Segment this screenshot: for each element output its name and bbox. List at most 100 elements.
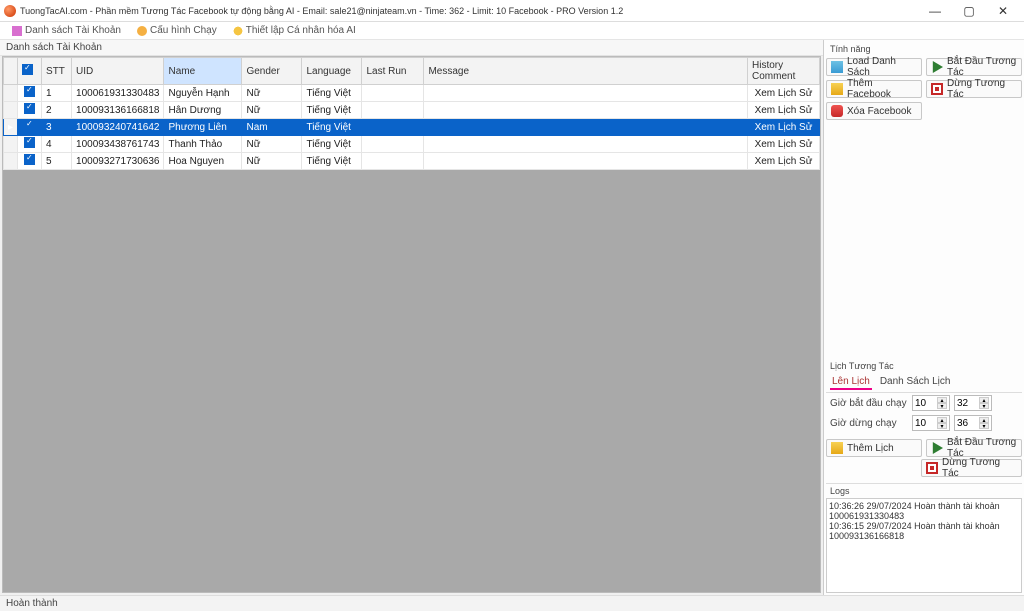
spinner-icon[interactable]: ▴▾	[937, 397, 947, 409]
start-hour-input[interactable]: 10▴▾	[912, 395, 950, 411]
window-title: TuongTacAI.com - Phần mềm Tương Tác Face…	[20, 6, 918, 16]
stop-interact-button[interactable]: Dừng Tương Tác	[926, 80, 1022, 98]
list-icon	[12, 26, 22, 36]
table-row[interactable]: 1100061931330483Nguyễn HạnhNữTiếng ViệtX…	[4, 85, 820, 102]
spinner-icon[interactable]: ▴▾	[979, 417, 989, 429]
select-all-checkbox[interactable]	[22, 64, 33, 75]
main-tabs: Danh sách Tài Khoản Cấu hình Chạy Thiết …	[0, 22, 1024, 40]
load-list-button[interactable]: Load Danh Sách	[826, 58, 922, 76]
cell: Nguyễn Hạnh	[164, 85, 242, 102]
cell	[4, 153, 18, 170]
cell	[4, 136, 18, 153]
cell	[424, 153, 748, 170]
delete-facebook-button[interactable]: Xóa Facebook	[826, 102, 922, 120]
tab-config[interactable]: Cấu hình Chạy	[129, 22, 225, 40]
stop-min-input[interactable]: 36▴▾	[954, 415, 992, 431]
table-row[interactable]: 2100093136166818Hân DươngNữTiếng ViệtXem…	[4, 102, 820, 119]
close-button[interactable]: ✕	[986, 1, 1020, 21]
cell	[4, 102, 18, 119]
minimize-button[interactable]: —	[918, 1, 952, 21]
tab-label: Danh sách Tài Khoản	[25, 25, 121, 36]
maximize-button[interactable]: ▢	[952, 1, 986, 21]
row-checkbox[interactable]	[24, 86, 35, 97]
logs-textarea[interactable]: 10:36:26 29/07/2024 Hoàn thành tài khoản…	[826, 498, 1022, 593]
accounts-grid[interactable]: STTUIDNameGenderLanguageLast RunMessageH…	[3, 57, 820, 170]
start-min-input[interactable]: 32 ▴▾	[954, 395, 992, 411]
column-header[interactable]	[4, 58, 18, 85]
schedule-tab-list[interactable]: Danh Sách Lịch	[878, 375, 953, 390]
schedule-stop-button[interactable]: Dừng Tương Tác	[921, 459, 1022, 477]
cell	[18, 153, 42, 170]
column-header[interactable]: History Comment	[748, 58, 820, 85]
column-header[interactable]	[18, 58, 42, 85]
column-header[interactable]: Message	[424, 58, 748, 85]
plus-icon	[831, 83, 843, 95]
cell	[424, 136, 748, 153]
btn-label: Dừng Tương Tác	[942, 457, 1017, 479]
cell	[362, 85, 424, 102]
cell: ▸	[4, 119, 18, 136]
history-link[interactable]: Xem Lịch Sử	[748, 136, 820, 153]
features-title: Tính năng	[826, 42, 1022, 56]
spinner-icon[interactable]: ▴▾	[937, 417, 947, 429]
column-header[interactable]: STT	[42, 58, 72, 85]
cell: 5	[42, 153, 72, 170]
stop-icon	[931, 83, 943, 95]
row-checkbox[interactable]	[24, 103, 35, 114]
column-header[interactable]: Gender	[242, 58, 302, 85]
status-bar: Hoàn thành	[0, 595, 1024, 611]
history-link[interactable]: Xem Lịch Sử	[748, 119, 820, 136]
cell	[424, 119, 748, 136]
cell	[362, 119, 424, 136]
column-header[interactable]: Last Run	[362, 58, 424, 85]
cell: 1	[42, 85, 72, 102]
accounts-grid-wrap: STTUIDNameGenderLanguageLast RunMessageH…	[2, 56, 821, 593]
schedule-tab-create[interactable]: Lên Lịch	[830, 375, 872, 390]
cell: 100093240741642	[72, 119, 164, 136]
column-header[interactable]: Name	[164, 58, 242, 85]
add-schedule-button[interactable]: Thêm Lịch	[826, 439, 922, 457]
table-row[interactable]: 4100093438761743Thanh ThảoNữTiếng ViệtXe…	[4, 136, 820, 153]
cell: 4	[42, 136, 72, 153]
cell: 100093271730636	[72, 153, 164, 170]
tab-label: Thiết lập Cá nhân hóa AI	[246, 25, 356, 36]
cell	[424, 85, 748, 102]
table-row[interactable]: ▸3100093240741642Phương LiênNamTiếng Việ…	[4, 119, 820, 136]
tab-accounts[interactable]: Danh sách Tài Khoản	[4, 22, 129, 40]
schedule-start-button[interactable]: Bắt Đầu Tương Tác	[926, 439, 1022, 457]
column-header[interactable]: Language	[302, 58, 362, 85]
column-header[interactable]: UID	[72, 58, 164, 85]
history-link[interactable]: Xem Lịch Sử	[748, 85, 820, 102]
cell: Tiếng Việt	[302, 153, 362, 170]
value: 10	[915, 418, 926, 429]
schedule-title: Lịch Tương Tác	[826, 359, 1022, 373]
table-row[interactable]: 5100093271730636Hoa NguyenNữTiếng ViệtXe…	[4, 153, 820, 170]
history-link[interactable]: Xem Lịch Sử	[748, 153, 820, 170]
btn-label: Bắt Đầu Tương Tác	[947, 56, 1017, 78]
cell	[18, 119, 42, 136]
btn-label: Bắt Đầu Tương Tác	[947, 437, 1017, 459]
cell	[424, 102, 748, 119]
cell	[18, 136, 42, 153]
row-checkbox[interactable]	[24, 137, 35, 148]
add-facebook-button[interactable]: Thêm Facebook	[826, 80, 922, 98]
accounts-panel-title: Danh sách Tài Khoản	[0, 40, 823, 56]
start-time-label: Giờ bắt đầu chạy	[830, 398, 908, 409]
row-checkbox[interactable]	[24, 120, 35, 131]
value: 32	[957, 398, 968, 409]
tab-ai[interactable]: Thiết lập Cá nhân hóa AI	[225, 22, 364, 40]
cell: 100093438761743	[72, 136, 164, 153]
history-link[interactable]: Xem Lịch Sử	[748, 102, 820, 119]
cell: 3	[42, 119, 72, 136]
start-interact-button[interactable]: Bắt Đầu Tương Tác	[926, 58, 1022, 76]
spinner-icon[interactable]: ▴▾	[979, 397, 989, 409]
btn-label: Load Danh Sách	[847, 56, 917, 78]
title-bar: TuongTacAI.com - Phần mềm Tương Tác Face…	[0, 0, 1024, 22]
cell	[362, 102, 424, 119]
cell: Tiếng Việt	[302, 85, 362, 102]
row-checkbox[interactable]	[24, 154, 35, 165]
logs-title: Logs	[826, 484, 1022, 498]
stop-hour-input[interactable]: 10 ▴▾	[912, 415, 950, 431]
btn-label: Thêm Lịch	[847, 443, 894, 454]
tab-label: Cấu hình Chạy	[150, 25, 217, 36]
